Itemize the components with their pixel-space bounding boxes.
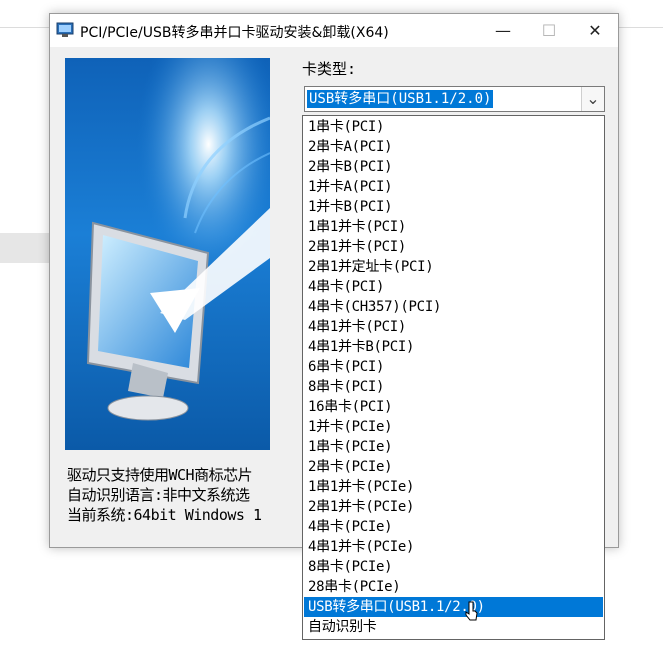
dropdown-toggle-button[interactable]: ⌄ [581,87,604,111]
dropdown-option[interactable]: 2串1并卡(PCIe) [304,497,603,517]
dropdown-option[interactable]: 2串1并定址卡(PCI) [304,257,603,277]
chevron-down-icon: ⌄ [586,89,600,108]
title-bar[interactable]: PCI/PCIe/USB转多串并口卡驱动安装&卸载(X64) — ☐ ✕ [50,14,618,47]
info-text-panel: 驱动只支持使用WCH商标芯片 自动识别语言:非中文系统选 当前系统:64bit … [65,462,305,534]
dropdown-option[interactable]: 2串卡A(PCI) [304,137,603,157]
dropdown-option[interactable]: USB转多串口(USB1.1/2.0) [304,597,603,617]
dropdown-option[interactable]: 4串1并卡(PCI) [304,317,603,337]
dropdown-option[interactable]: 1并卡A(PCI) [304,177,603,197]
background-line-right [617,27,663,28]
dropdown-option[interactable]: 1并卡(PCIe) [304,417,603,437]
dropdown-option[interactable]: 自动识别卡 [304,617,603,637]
close-button[interactable]: ✕ [572,14,618,47]
dropdown-option[interactable]: 4串1并卡B(PCI) [304,337,603,357]
dropdown-option[interactable]: 4串卡(CH357)(PCI) [304,297,603,317]
dropdown-option[interactable]: 8串卡(PCI) [304,377,603,397]
dropdown-option[interactable]: 1并卡B(PCI) [304,197,603,217]
dropdown-option[interactable]: 16串卡(PCI) [304,397,603,417]
background-panel [0,233,50,263]
close-icon: ✕ [588,21,602,40]
card-type-dropdown-list[interactable]: 1串卡(PCI) 2串卡A(PCI) 2串卡B(PCI) 1并卡A(PCI) 1并卡B(… [302,115,605,640]
app-icon [56,22,74,37]
dropdown-option[interactable]: 2串1并卡(PCI) [304,237,603,257]
driver-support-note: 驱动只支持使用WCH商标芯片 [67,466,253,484]
minimize-button[interactable]: — [480,14,526,47]
dropdown-option[interactable]: 2串卡B(PCI) [304,157,603,177]
maximize-icon: ☐ [541,21,557,40]
card-type-select[interactable]: USB转多串口(USB1.1/2.0) ⌄ [304,86,605,112]
language-detect-note: 自动识别语言:非中文系统选 [67,486,250,504]
current-system-info: 当前系统:64bit Windows 1 [67,506,262,524]
dropdown-option[interactable]: 1串卡(PCIe) [304,437,603,457]
card-type-label: 卡类型: [302,60,357,78]
mouse-cursor-icon [465,601,478,621]
setup-banner-image [65,58,270,450]
dropdown-option[interactable]: 1串1并卡(PCI) [304,217,603,237]
dropdown-option[interactable]: 6串卡(PCI) [304,357,603,377]
dropdown-option[interactable]: 4串卡(PCI) [304,277,603,297]
background-line [0,27,50,28]
dropdown-option[interactable]: 28串卡(PCIe) [304,577,603,597]
monitor-illustration [65,58,270,450]
minimize-icon: — [495,21,511,40]
dropdown-option[interactable]: 4串卡(PCIe) [304,517,603,537]
dropdown-option[interactable]: 4串1并卡(PCIe) [304,537,603,557]
maximize-button[interactable]: ☐ [526,14,572,47]
card-type-selected-value: USB转多串口(USB1.1/2.0) [307,90,494,108]
dropdown-option[interactable]: 8串卡(PCIe) [304,557,603,577]
window-title: PCI/PCIe/USB转多串并口卡驱动安装&卸载(X64) [80,25,389,41]
dropdown-option[interactable]: 2串卡(PCIe) [304,457,603,477]
dropdown-option[interactable]: 1串卡(PCI) [304,117,603,137]
dropdown-option[interactable]: 1串1并卡(PCIe) [304,477,603,497]
